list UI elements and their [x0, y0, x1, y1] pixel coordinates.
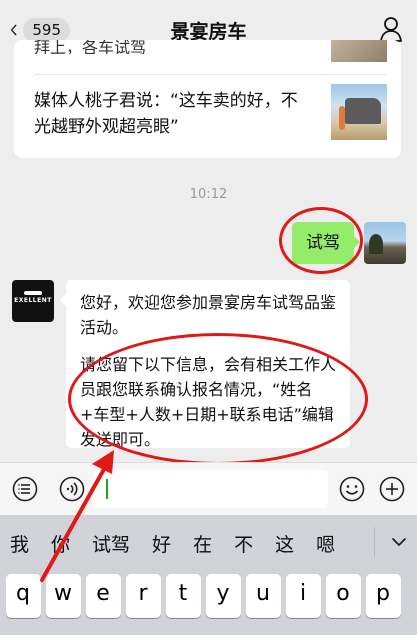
- article-item-thumbnail[interactable]: [331, 84, 387, 140]
- key-u[interactable]: u: [245, 574, 281, 618]
- person-image: [339, 106, 345, 130]
- keyboard: 我 你 试驾 好 在 不 这 嗯 q w e r t y u i o p: [0, 515, 417, 635]
- message-timestamp: 10:12: [189, 187, 228, 202]
- incoming-message-bubble[interactable]: 您好，欢迎您参加景宴房车试驾品鉴活动。 请您留下以下信息，会有相关工作人员跟您联…: [60, 280, 350, 449]
- van-image: [345, 98, 381, 124]
- candidate-separator: [374, 527, 375, 557]
- key-y[interactable]: y: [205, 574, 241, 618]
- person-icon[interactable]: [379, 16, 403, 42]
- voice-icon[interactable]: [59, 476, 85, 502]
- candidate-word[interactable]: 好: [152, 530, 171, 557]
- key-q[interactable]: q: [5, 574, 41, 618]
- input-bar: [0, 462, 417, 515]
- key-row-1: q w e r t y u i o p: [3, 574, 403, 618]
- key-o[interactable]: o: [325, 574, 361, 618]
- message-paragraph-1: 您好，欢迎您参加景宴房车试驾品鉴活动。: [80, 293, 337, 337]
- account-avatar[interactable]: EXELLENT: [12, 280, 54, 322]
- text-caret: [106, 479, 108, 499]
- card-divider: [34, 74, 387, 75]
- list-icon[interactable]: [12, 476, 38, 502]
- candidate-word[interactable]: 试驾: [92, 530, 130, 557]
- candidate-word[interactable]: 你: [51, 530, 70, 557]
- message-input[interactable]: [94, 470, 328, 508]
- user-avatar[interactable]: [364, 222, 406, 264]
- candidate-bar: 我 你 试驾 好 在 不 这 嗯: [0, 515, 417, 571]
- plus-icon[interactable]: [379, 476, 405, 502]
- chevron-down-icon[interactable]: [391, 537, 407, 547]
- outgoing-message-bubble[interactable]: 试驾: [292, 222, 360, 264]
- article-prev-thumbnail[interactable]: [331, 40, 387, 62]
- brand-logo-text: EXELLENT: [14, 297, 52, 304]
- key-i[interactable]: i: [285, 574, 321, 618]
- candidate-word[interactable]: 在: [193, 530, 212, 557]
- emoji-icon[interactable]: [339, 476, 365, 502]
- candidate-word[interactable]: 嗯: [316, 530, 335, 557]
- key-t[interactable]: t: [165, 574, 201, 618]
- key-r[interactable]: r: [125, 574, 161, 618]
- article-prev-title[interactable]: 拜上，各车试驾: [34, 40, 304, 54]
- key-p[interactable]: p: [365, 574, 401, 618]
- avatar-tree: [369, 234, 383, 254]
- candidate-word[interactable]: 不: [234, 530, 253, 557]
- candidate-word[interactable]: 这: [275, 530, 294, 557]
- article-card: 拜上，各车试驾 媒体人桃子君说：“这车卖的好，不光越野外观超亮眼”: [14, 40, 401, 158]
- key-w[interactable]: w: [45, 574, 81, 618]
- key-e[interactable]: e: [85, 574, 121, 618]
- article-item-title[interactable]: 媒体人桃子君说：“这车卖的好，不光越野外观超亮眼”: [34, 88, 310, 140]
- brand-logo-bar: [24, 291, 42, 295]
- candidate-word[interactable]: 我: [10, 530, 29, 557]
- message-paragraph-2: 请您留下以下信息，会有相关工作人员跟您联系确认报名情况，“姓名+车型+人数+日期…: [80, 355, 337, 449]
